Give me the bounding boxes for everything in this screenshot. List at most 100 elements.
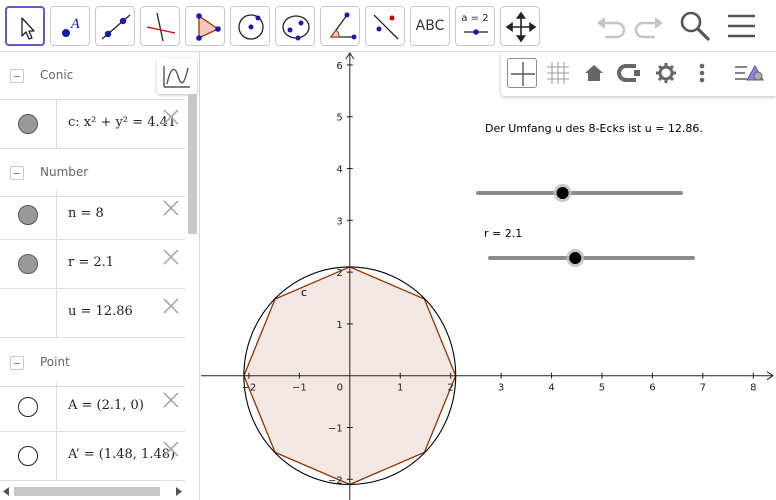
more-options-button[interactable] [687,58,717,88]
section-label-conic: Conic [40,68,74,82]
algebra-row-n[interactable]: n = 8 [0,191,185,240]
close-icon[interactable] [162,297,180,315]
y-tick-label: −2 [328,475,343,486]
section-label-point: Point [40,355,70,369]
algebra-row-u[interactable]: u = 12.86 [0,289,185,338]
angle-icon [329,12,357,40]
slider-tool-button[interactable]: a = 2 [455,6,495,46]
perpendicular-line-icon [146,12,176,42]
algebra-expression-A[interactable]: A = (2.1, 0) [68,398,144,413]
point-tool-button[interactable]: A [50,6,90,46]
graphics-settings-button[interactable] [651,58,681,88]
visibility-toggle-n[interactable] [0,191,57,240]
undo-button[interactable] [593,8,629,44]
search-icon [680,11,710,41]
collapse-number-icon[interactable] [10,166,24,180]
text-tool-button[interactable]: ABC [410,6,450,46]
scrollbar-thumb[interactable] [14,487,160,496]
algebra-expression-c[interactable]: c: x² + y² = 4.41 [68,115,176,130]
polygon-tool-button[interactable] [185,6,225,46]
x-tick-label: 1 [397,383,403,394]
angle-tool-button[interactable] [320,6,360,46]
point-capture-icon [617,64,640,82]
reflect-line-icon [373,14,399,40]
x-tick-label: 3 [498,383,504,394]
algebra-row-r[interactable]: r = 2.1 [0,240,185,289]
move-arrows-icon [505,11,537,43]
scrollbar-thumb[interactable] [188,94,197,234]
x-tick-label: 4 [548,383,554,394]
undo-icon [597,17,626,39]
algebra-row-A[interactable]: A = (2.1, 0) [0,383,185,432]
visibility-toggle-r[interactable] [0,240,57,289]
algebra-expression-r[interactable]: r = 2.1 [68,255,114,270]
algebra-expression-u[interactable]: u = 12.86 [68,304,133,319]
main-menu-button[interactable] [724,8,760,44]
conic-tool-button[interactable] [275,6,315,46]
algebra-expression-A-prime[interactable]: A’ = (1.48, 1.48) [68,447,175,462]
perimeter-text[interactable]: Der Umfang u des 8-Ecks ist u = 12.86. [485,122,703,135]
redo-button[interactable] [631,8,667,44]
style-bar-toggle-button[interactable] [733,58,764,88]
toolbar: A ABC a = 2 [0,0,776,52]
section-header-point[interactable]: Point [0,339,185,387]
algebra-view: Conic c: x² + y² = 4.41 Number n = 8 r =… [0,52,200,500]
move-tool-button[interactable] [5,6,45,46]
svg-text:A: A [70,17,80,32]
section-label-number: Number [40,165,89,179]
close-icon[interactable] [162,199,180,217]
axes-icon [511,62,535,86]
section-header-number[interactable]: Number [0,149,185,197]
toggle-axes-button[interactable] [507,58,537,88]
toggle-grid-button[interactable] [543,58,573,88]
home-icon [585,65,603,81]
move-graphics-tool-button[interactable] [500,6,540,46]
x-tick-label: 8 [750,383,756,394]
slider-r-label[interactable]: r = 2.1 [484,227,522,240]
line-tool-button[interactable] [95,6,135,46]
algebra-horizontal-scrollbar[interactable] [0,484,186,498]
coordinate-plane[interactable]: −2 −1 0 1 2 3 4 5 6 7 8 −2 −1 1 2 3 4 5 6 [201,52,776,500]
reflect-tool-button[interactable] [365,6,405,46]
x-tick-label: 0 [337,383,343,394]
scroll-right-arrow-icon[interactable] [175,487,183,496]
text-tool-label: ABC [415,18,445,34]
point-icon: A [62,17,80,37]
close-icon[interactable] [162,108,180,126]
x-tick-label: −1 [292,383,307,394]
circle-tool-button[interactable] [230,6,270,46]
y-tick-label: 1 [336,320,342,331]
algebra-row-A-prime[interactable]: A’ = (1.48, 1.48) [0,432,185,481]
visibility-toggle-u[interactable] [0,289,57,338]
graphics-view[interactable]: −2 −1 0 1 2 3 4 5 6 7 8 −2 −1 1 2 3 4 5 6 Der Umfang u des… [201,52,776,500]
algebra-vertical-scrollbar[interactable] [186,92,199,500]
close-icon[interactable] [162,391,180,409]
slider-n-knob[interactable] [556,187,569,199]
collapse-point-icon[interactable] [10,356,24,370]
visibility-dot-icon [18,254,38,274]
visibility-dot-icon [18,114,38,134]
graph-toggle-button[interactable] [157,58,197,94]
perpendicular-line-tool-button[interactable] [140,6,180,46]
x-tick-label: −2 [242,383,257,394]
search-button[interactable] [677,8,713,44]
point-capturing-button[interactable] [615,58,645,88]
close-icon[interactable] [162,440,180,458]
line-through-points-icon [101,14,131,40]
close-icon[interactable] [162,248,180,266]
more-vert-icon [699,63,705,83]
algebra-row-c[interactable]: c: x² + y² = 4.41 [0,100,185,149]
scroll-left-arrow-icon[interactable] [2,487,10,496]
visibility-toggle-c[interactable] [0,100,57,149]
visibility-toggle-A[interactable] [0,383,57,432]
slider-r-knob[interactable] [569,252,582,264]
collapse-conic-icon[interactable] [10,69,24,83]
visibility-toggle-A-prime[interactable] [0,432,57,481]
y-tick-label: 6 [336,61,342,72]
polygon-icon [196,13,221,41]
standard-view-button[interactable] [579,58,609,88]
circle-label-c[interactable]: c [301,286,307,299]
x-tick-label: 7 [700,383,706,394]
algebra-expression-n[interactable]: n = 8 [68,206,104,221]
circle-center-point-icon [238,14,264,40]
